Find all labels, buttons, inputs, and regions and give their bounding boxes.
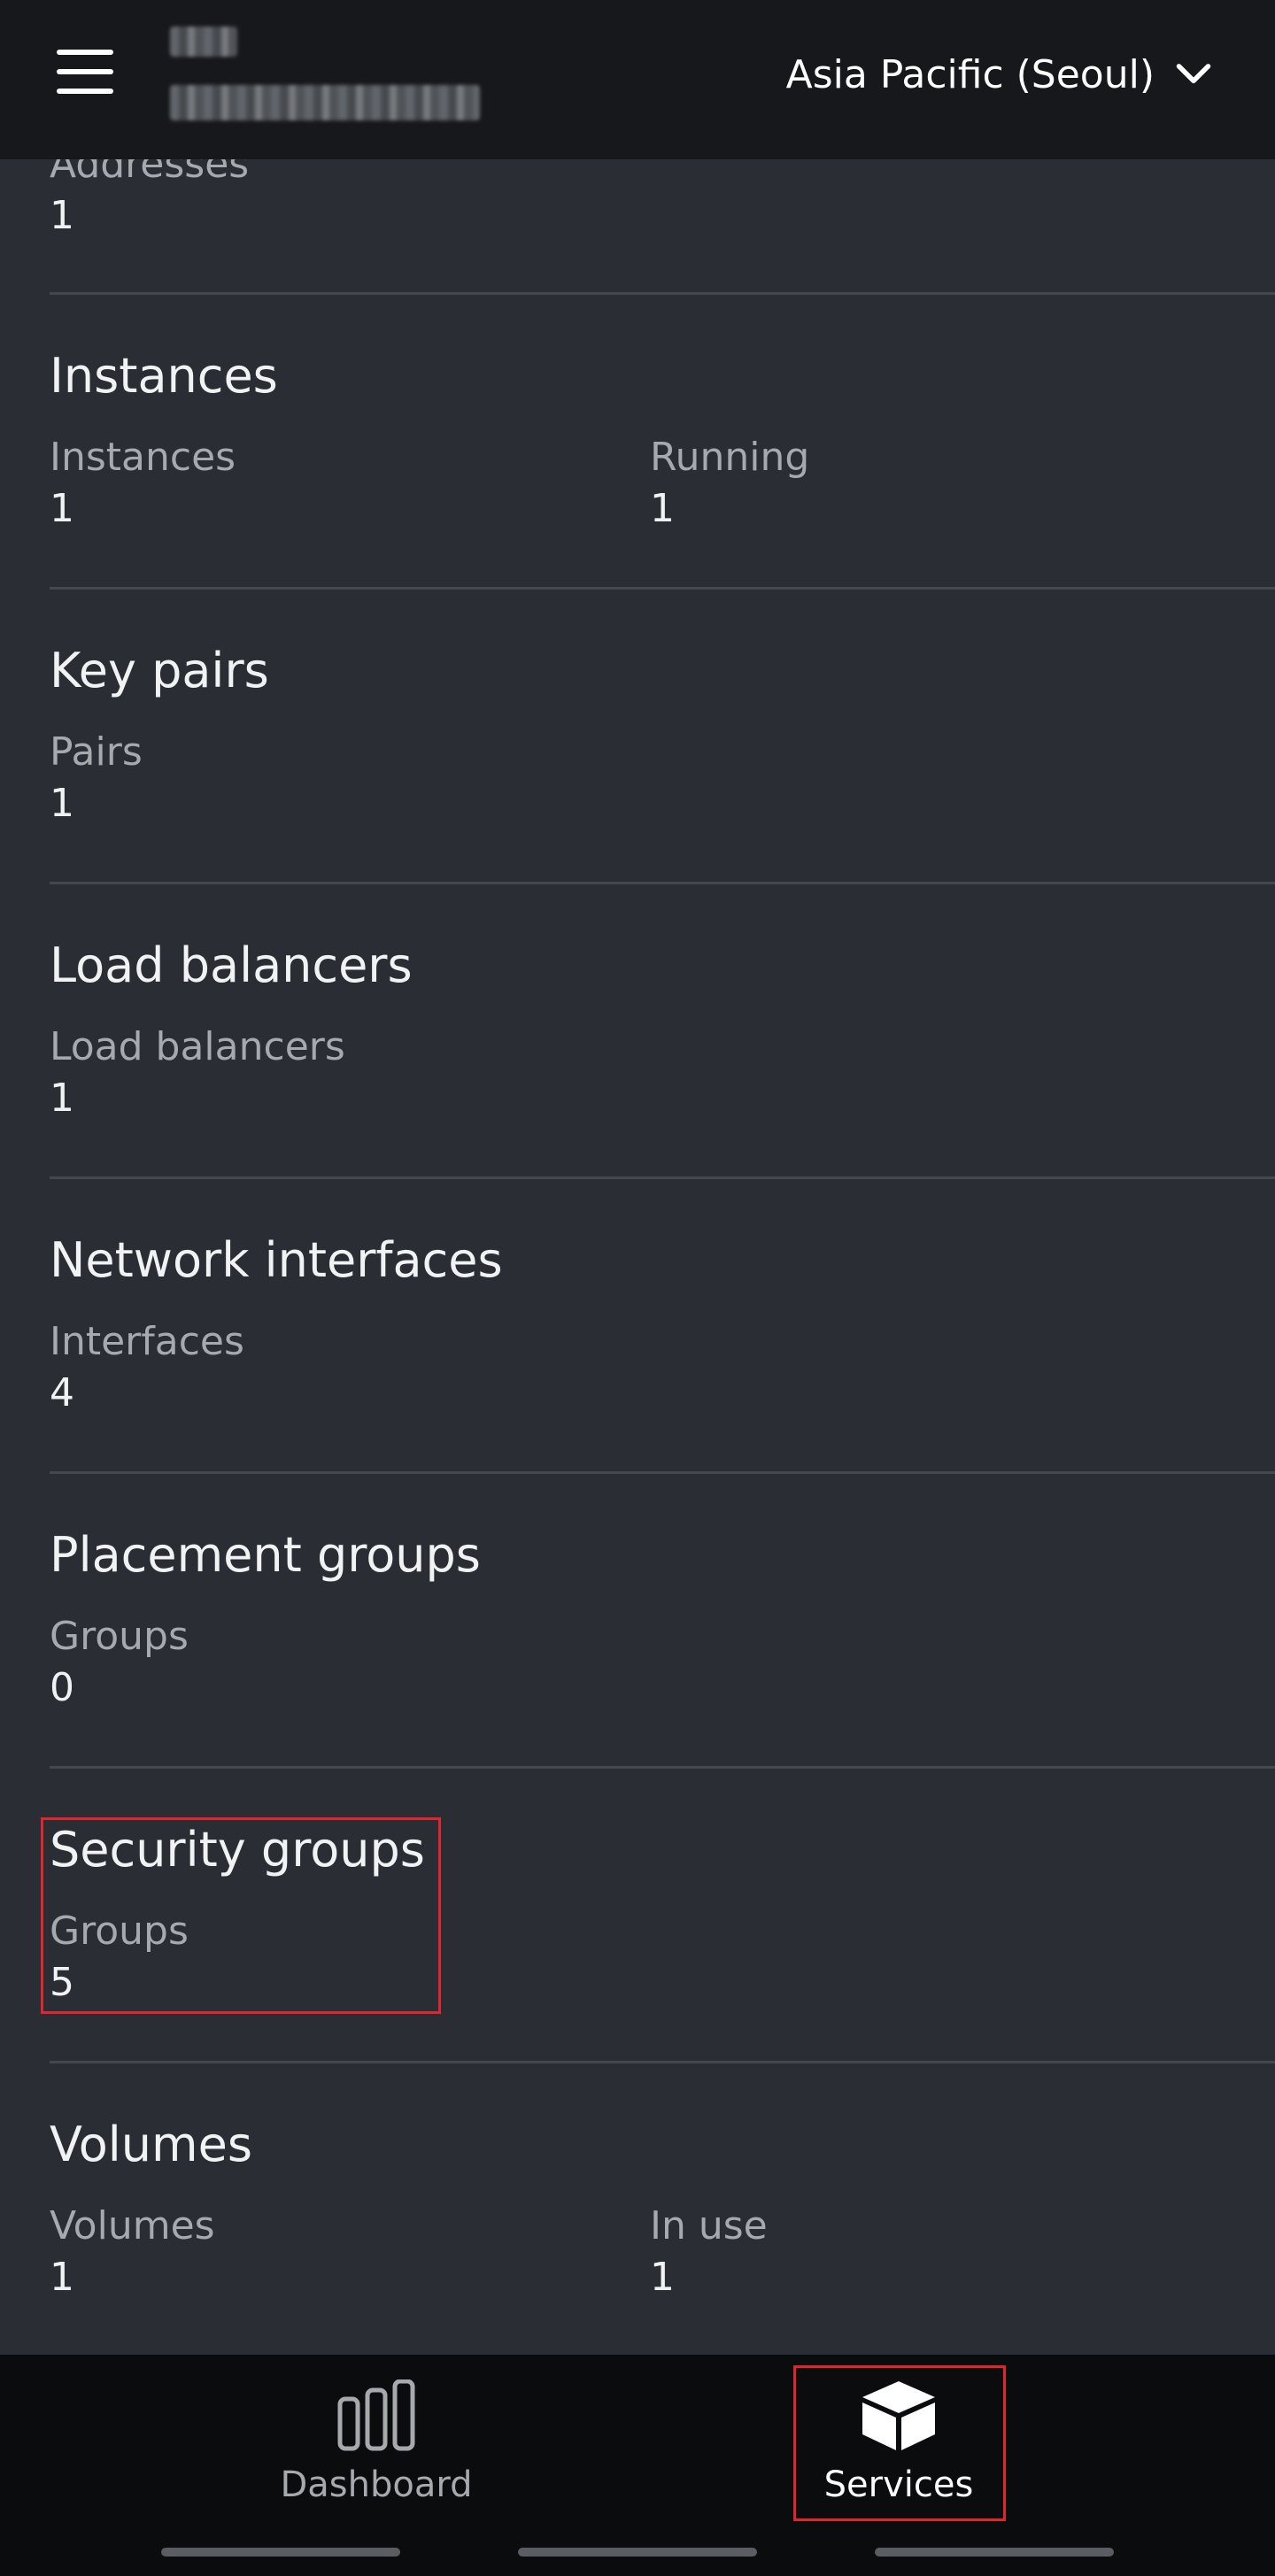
section-volumes[interactable]: Volumes Volumes 1 In use 1 <box>50 2063 1275 2355</box>
section-instances[interactable]: Instances Instances 1 Running 1 <box>50 295 1275 590</box>
gesture-bar-center <box>518 2548 757 2557</box>
cube-icon <box>862 2381 935 2450</box>
chevron-down-icon <box>1176 64 1211 84</box>
section-title-security-groups: Security groups <box>50 1822 425 1878</box>
nav-dashboard-label: Dashboard <box>280 2464 473 2505</box>
metric-value-load-balancers: 1 <box>50 1076 74 1121</box>
metric-label-pairs: Pairs <box>50 729 143 775</box>
metric-label-running: Running <box>650 435 810 480</box>
bottom-navigation: Dashboard Services <box>0 2355 1275 2576</box>
nav-services-label: Services <box>823 2464 974 2505</box>
top-app-bar: Asia Pacific (Seoul) <box>0 0 1275 159</box>
account-name-redacted <box>170 27 237 57</box>
nav-dashboard[interactable]: Dashboard <box>270 2371 483 2521</box>
metric-label-volumes: Volumes <box>50 2203 215 2248</box>
account-id-redacted <box>170 85 480 120</box>
metric-value-pairs: 1 <box>50 781 74 826</box>
metric-label-instances: Instances <box>50 435 236 480</box>
section-title-instances: Instances <box>50 348 278 404</box>
metric-value-in-use: 1 <box>650 2255 675 2300</box>
metric-label-placement-groups: Groups <box>50 1614 189 1659</box>
section-title-placement-groups: Placement groups <box>50 1527 481 1583</box>
gesture-bar-left <box>161 2548 400 2557</box>
metric-value-instances: 1 <box>50 486 74 531</box>
metric-label-security-groups: Groups <box>50 1909 189 1954</box>
metric-value-placement-groups: 0 <box>50 1665 74 1710</box>
section-security-groups[interactable]: Security groups Groups 5 <box>41 1769 1275 2063</box>
bar-chart-icon <box>337 2379 415 2451</box>
section-key-pairs[interactable]: Key pairs Pairs 1 <box>50 590 1275 884</box>
metric-label-in-use: In use <box>650 2203 768 2248</box>
metric-label-interfaces: Interfaces <box>50 1319 244 1364</box>
section-network-interfaces[interactable]: Network interfaces Interfaces 4 <box>50 1179 1275 1474</box>
metric-value-interfaces: 4 <box>50 1370 74 1415</box>
metric-value-volumes: 1 <box>50 2255 74 2300</box>
section-title-network-interfaces: Network interfaces <box>50 1232 503 1288</box>
hamburger-menu-icon[interactable] <box>50 46 120 99</box>
region-label: Asia Pacific (Seoul) <box>785 51 1155 97</box>
metric-value-running: 1 <box>650 486 675 531</box>
metric-value-security-groups: 5 <box>50 1960 74 2005</box>
account-info-redacted[interactable] <box>170 23 489 126</box>
region-selector[interactable]: Asia Pacific (Seoul) <box>786 46 1213 103</box>
section-title-key-pairs: Key pairs <box>50 643 269 698</box>
section-placement-groups[interactable]: Placement groups Groups 0 <box>50 1474 1275 1769</box>
section-title-volumes: Volumes <box>50 2117 252 2172</box>
metric-label-load-balancers: Load balancers <box>50 1024 345 1069</box>
gesture-bar-right <box>875 2548 1114 2557</box>
app-root: Addresses 1 Instances Instances 1 Runnin… <box>0 0 1275 2576</box>
section-title-load-balancers: Load balancers <box>50 937 413 993</box>
nav-services[interactable]: Services <box>792 2371 1005 2521</box>
metric-value-addresses: 1 <box>50 193 74 238</box>
section-load-balancers[interactable]: Load balancers Load balancers 1 <box>50 884 1275 1179</box>
